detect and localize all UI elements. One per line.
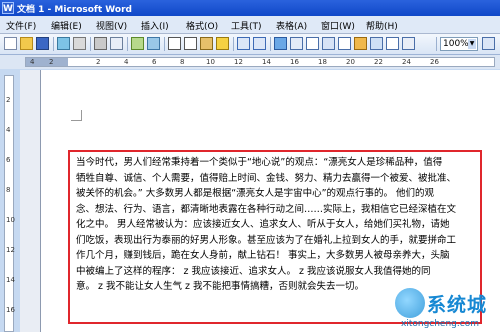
ruler-number: 10 — [206, 58, 215, 66]
document-map-icon[interactable] — [370, 37, 383, 50]
save-icon[interactable] — [36, 37, 49, 50]
show-hide-icon[interactable] — [386, 37, 399, 50]
print-preview-icon[interactable] — [110, 37, 123, 50]
watermark: 系统城 xitongcheng.com — [395, 288, 500, 332]
document-line: 被关怀的机会。” 大多数男人都是根据“漂亮女人是宇宙中心”的观点行事的。 他们的… — [76, 188, 435, 199]
ruler-number: 14 — [6, 276, 15, 284]
chevron-down-icon[interactable]: ▼ — [468, 39, 476, 49]
document-line: 当今时代，男人们经常秉持着一个类似于“地心说”的观点：“漂亮女人是珍稀品种，值得 — [76, 157, 443, 168]
ruler-number: 4 — [30, 58, 35, 66]
redo-icon[interactable] — [253, 37, 266, 50]
margin-crop-mark — [71, 110, 82, 121]
window-title: 文档 1 - Microsoft Word — [17, 5, 132, 15]
zoom-value: 100% — [443, 39, 469, 49]
ruler-number: 12 — [234, 58, 243, 66]
spelling-icon[interactable] — [131, 37, 144, 50]
ruler-number: 4 — [6, 126, 11, 134]
document-line: 们吃饭，表现出行为泰丽的好男人形象。甚至应该为了在婚礼上拉到女人的手，就要拼命工 — [76, 234, 457, 246]
email-icon[interactable] — [73, 37, 86, 50]
zoom-select[interactable]: 100% ▼ — [440, 37, 478, 51]
toolbar-separator — [127, 37, 128, 51]
document-line: 作几个月，赚到钱后，跪在女人身前，献上钻石！ 事实上，大多数男人被母亲养大，头脑 — [76, 250, 450, 261]
ruler-number: 20 — [346, 58, 355, 66]
insert-excel-icon[interactable] — [322, 37, 335, 50]
insert-table-icon[interactable] — [306, 37, 319, 50]
print-icon[interactable] — [94, 37, 107, 50]
toolbar-separator — [233, 37, 234, 51]
cut-icon[interactable] — [168, 37, 181, 50]
ruler-number: 2 — [49, 58, 54, 66]
watermark-brand: 系统城 — [427, 294, 488, 316]
menu-tools[interactable]: 工具(T) — [231, 19, 262, 32]
document-line: 牺牲自尊、诚信、个人需要，值得赔上时间、金钱、努力、精力去赢得一个被爱、被批准、 — [76, 172, 457, 184]
ruler-number: 14 — [262, 58, 271, 66]
ruler-area: 4 2 2 4 6 8 10 12 14 16 18 20 22 24 26 — [0, 55, 500, 69]
ruler-number: 6 — [152, 58, 157, 66]
menu-insert[interactable]: 插入(I) — [141, 19, 169, 32]
ruler-number: 24 — [402, 58, 411, 66]
vertical-ruler[interactable]: 2 4 6 8 10 12 14 16 — [4, 75, 15, 332]
menu-window[interactable]: 窗口(W) — [321, 19, 355, 32]
research-icon[interactable] — [147, 37, 160, 50]
ruler-number: 16 — [290, 58, 299, 66]
ruler-number: 8 — [6, 186, 11, 194]
menu-format[interactable]: 格式(O) — [186, 19, 218, 32]
paste-icon[interactable] — [200, 37, 213, 50]
watermark-url: xitongcheng.com — [401, 319, 479, 329]
document-line: 化之中。 男人经常被认为：应该接近女人、追求女人、听从于女人，给她们买礼物，请她 — [76, 219, 450, 230]
ruler-number: 2 — [6, 96, 11, 104]
ruler-number: 6 — [6, 156, 11, 164]
document-line: 念、想法、行为、语言，都清晰地表露在各种行动之间……实际上，我相信它已经深植在文 — [76, 203, 457, 215]
ruler-number: 26 — [430, 58, 439, 66]
toolbar-separator — [436, 37, 437, 51]
tables-borders-icon[interactable] — [290, 37, 303, 50]
word-app-icon[interactable]: W — [2, 2, 14, 14]
ruler-number: 22 — [374, 58, 383, 66]
menu-bar: 文件(F) 编辑(E) 视图(V) 插入(I) 格式(O) 工具(T) 表格(A… — [0, 16, 500, 34]
menu-view[interactable]: 视图(V) — [96, 19, 127, 32]
title-bar: W 文档 1 - Microsoft Word — [0, 0, 500, 16]
ruler-number: 8 — [180, 58, 185, 66]
menu-edit[interactable]: 编辑(E) — [51, 19, 82, 32]
watermark-logo-icon — [395, 288, 425, 318]
document-body[interactable]: 当今时代，男人们经常秉持着一个类似于“地心说”的观点：“漂亮女人是珍稀品种，值得… — [76, 155, 476, 295]
toolbar-separator — [90, 37, 91, 51]
columns-icon[interactable] — [338, 37, 351, 50]
standard-toolbar: 100% ▼ — [0, 34, 500, 55]
menu-table[interactable]: 表格(A) — [276, 19, 307, 32]
new-document-icon[interactable] — [4, 37, 17, 50]
format-painter-icon[interactable] — [216, 37, 229, 50]
menu-file[interactable]: 文件(F) — [6, 19, 36, 32]
permission-icon[interactable] — [57, 37, 70, 50]
undo-icon[interactable] — [237, 37, 250, 50]
menu-help[interactable]: 帮助(H) — [366, 19, 398, 32]
toolbar-separator — [164, 37, 165, 51]
ruler-number: 16 — [6, 306, 15, 314]
toolbar-separator — [53, 37, 54, 51]
copy-icon[interactable] — [184, 37, 197, 50]
ruler-number: 2 — [96, 58, 101, 66]
drawing-icon[interactable] — [354, 37, 367, 50]
ruler-number: 4 — [124, 58, 129, 66]
ruler-number: 18 — [318, 58, 327, 66]
ruler-number: 10 — [6, 216, 15, 224]
open-folder-icon[interactable] — [20, 37, 33, 50]
horizontal-ruler[interactable]: 4 2 2 4 6 8 10 12 14 16 18 20 22 24 26 — [25, 57, 495, 67]
help-icon[interactable] — [482, 37, 495, 50]
document-line: 中被编上了这样的程序： z 我应该接近、追求女人。 z 我应该说服女人我值得她的… — [76, 265, 431, 277]
read-mode-icon[interactable] — [402, 37, 415, 50]
toolbar-separator — [270, 37, 271, 51]
ruler-number: 12 — [6, 246, 15, 254]
hyperlink-icon[interactable] — [274, 37, 287, 50]
